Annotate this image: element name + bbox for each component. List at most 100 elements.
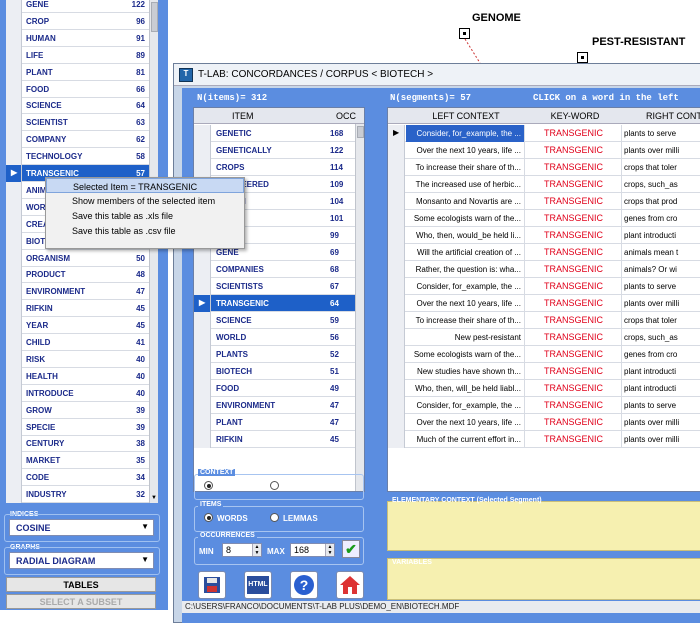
table-row[interactable]: CROPS 114 (194, 159, 357, 176)
menu-item-show-members[interactable]: Show members of the selected item (46, 193, 244, 208)
table-row[interactable]: WORLD 56 (194, 329, 357, 346)
table-row[interactable]: To increase their share of th... TRANSGEN… (388, 312, 700, 329)
column-header-key-word[interactable]: KEY-WORD (526, 108, 624, 124)
item-occ: 99 (330, 231, 339, 240)
graph-node[interactable] (577, 52, 588, 63)
table-row[interactable]: PLANT 81 (6, 63, 149, 81)
table-row[interactable]: BIOTECH 51 (194, 363, 357, 380)
table-row[interactable]: Over the next 10 years, life ... TRANSGEN… (388, 142, 700, 159)
table-row[interactable]: COMPANIES 68 (194, 261, 357, 278)
table-row[interactable]: Who, then, will_be held liabl... TRANSGEN… (388, 380, 700, 397)
table-row[interactable]: To increase their share of th... TRANSGEN… (388, 159, 700, 176)
column-header-right-context[interactable]: RIGHT CONTEXT (624, 108, 700, 124)
scrollbar[interactable]: ▼ (149, 0, 158, 503)
left-panel: GENE 122 CROP 96 HUMAN 91 LIFE 89 PLANT 81 FOOD 66 S… (0, 0, 168, 610)
column-header-left-context[interactable]: LEFT CONTEXT (406, 108, 526, 124)
table-row[interactable]: ENVIRONMENT 47 (6, 283, 149, 301)
row-occ: 45 (136, 321, 145, 331)
column-header-item[interactable]: ITEM (214, 108, 332, 124)
table-row[interactable]: Some ecologists warn of the... TRANSGENIC… (388, 346, 700, 363)
table-row[interactable]: YEAR 45 (6, 317, 149, 335)
table-row[interactable]: HUMAN 91 (6, 29, 149, 47)
radio-corpus[interactable]: CORPUS (204, 481, 251, 491)
table-row[interactable]: RIFKIN 45 (194, 431, 357, 448)
table-row[interactable]: ORGANISM 50 (6, 249, 149, 267)
row-name: TECHNOLOGY (26, 152, 83, 162)
apply-check-icon[interactable]: ✔ (342, 540, 360, 558)
table-row[interactable]: SCIENCE 59 (194, 312, 357, 329)
table-row[interactable]: PRODUCT 48 (6, 266, 149, 284)
table-row[interactable]: HEALTH 40 (6, 367, 149, 385)
table-row[interactable]: New studies have shown th... TRANSGENIC pl… (388, 363, 700, 380)
table-row[interactable]: FOOD 49 (194, 380, 357, 397)
table-row[interactable]: The increased use of herbic... TRANSGENIC… (388, 176, 700, 193)
status-path: C:\USERS\FRANCO\DOCUMENTS\T-LAB PLUS\DEM… (182, 601, 700, 613)
table-row[interactable]: Consider, for_example, the ... TRANSGENIC… (388, 278, 700, 295)
radio-words[interactable]: WORDS (204, 513, 248, 523)
menu-item-selected[interactable]: Selected Item = TRANSGENIC (46, 178, 244, 193)
select-subset-button[interactable]: SELECT A SUBSET (6, 594, 156, 609)
scrollbar[interactable] (355, 124, 364, 491)
table-row[interactable]: SCIENCE 64 (6, 97, 149, 115)
table-row[interactable]: CODE 34 (6, 469, 149, 487)
min-stepper[interactable]: 8 ▲ ▼ (222, 543, 262, 557)
graphs-select[interactable]: RADIAL DIAGRAM ▼ (9, 552, 154, 569)
max-stepper[interactable]: 168 ▲ ▼ (290, 543, 335, 557)
radio-subset[interactable]: SUBSET (270, 481, 315, 491)
menu-item-save-csv[interactable]: Save this table as .csv file (46, 223, 244, 238)
table-row[interactable]: CENTURY 38 (6, 435, 149, 453)
table-row[interactable]: ENVIRONMENT 47 (194, 397, 357, 414)
table-row[interactable]: Consider, for_example, the ... TRANSGENIC… (388, 397, 700, 414)
item-occ: 114 (330, 163, 343, 172)
table-row[interactable]: SPECIE 39 (6, 418, 149, 436)
table-row[interactable]: GENETICALLY 122 (194, 142, 357, 159)
table-row[interactable]: SCIENTIST 63 (6, 114, 149, 132)
table-row[interactable]: New pest-resistant TRANSGENIC crops, such_… (388, 329, 700, 346)
table-row[interactable]: PLANT 47 (194, 414, 357, 431)
menu-item-save-xls[interactable]: Save this table as .xls file (46, 208, 244, 223)
table-row[interactable]: Over the next 10 years, life ... TRANSGEN… (388, 414, 700, 431)
table-row[interactable]: INTRODUCE 40 (6, 384, 149, 402)
table-row[interactable]: Who, then, would_be held li... TRANSGENIC… (388, 227, 700, 244)
table-row[interactable]: Rather, the question is: wha... TRANSGENI… (388, 261, 700, 278)
table-row[interactable]: Will the artificial creation of ... TRANS… (388, 244, 700, 261)
table-row[interactable]: MARKET 35 (6, 452, 149, 470)
table-row[interactable]: Monsanto and Novartis are ... TRANSGENIC c… (388, 193, 700, 210)
table-row[interactable]: CROP 96 (6, 12, 149, 30)
table-row[interactable]: Much of the current effort in... TRANSGEN… (388, 431, 700, 448)
radio-lemmas[interactable]: LEMMAS (270, 513, 318, 523)
table-row[interactable]: ▶ Consider, for_example, the ... TRANSGENI… (388, 125, 700, 142)
item-occ: 59 (330, 316, 339, 325)
table-row[interactable]: Over the next 10 years, life ... TRANSGEN… (388, 295, 700, 312)
row-name: RISK (26, 354, 46, 364)
column-header-occ[interactable]: OCC (332, 108, 364, 124)
table-row[interactable]: TECHNOLOGY 58 (6, 148, 149, 166)
save-icon[interactable] (198, 571, 226, 599)
app-icon: T (179, 68, 193, 82)
table-row[interactable]: FOOD 66 (6, 80, 149, 98)
table-row[interactable]: LIFE 89 (6, 46, 149, 64)
key-word-cell: TRANSGENIC (526, 312, 622, 329)
tables-button[interactable]: TABLES (6, 577, 156, 592)
table-row[interactable]: GROW 39 (6, 401, 149, 419)
row-name: SCIENCE (26, 101, 62, 111)
table-row[interactable]: PLANTS 52 (194, 346, 357, 363)
table-row[interactable]: GENETIC 168 (194, 125, 357, 142)
help-icon[interactable]: ? (290, 571, 318, 599)
table-row[interactable]: SCIENTISTS 67 (194, 278, 357, 295)
scroll-down-icon[interactable]: ▼ (151, 495, 157, 501)
table-row[interactable]: COMPANY 62 (6, 131, 149, 149)
table-row[interactable]: GENE 122 (6, 0, 149, 13)
html-export-icon[interactable]: HTML (244, 571, 272, 599)
table-row[interactable]: CHILD 41 (6, 334, 149, 351)
table-row[interactable]: Some ecologists warn of the... TRANSGENIC… (388, 210, 700, 227)
table-row[interactable]: RIFKIN 45 (6, 300, 149, 318)
item-name: WORLD (216, 333, 247, 342)
table-row[interactable]: RISK 40 (6, 350, 149, 368)
row-name: SPECIE (26, 422, 56, 432)
home-icon[interactable] (336, 571, 364, 599)
table-row[interactable]: INDUSTRY 32 (6, 486, 149, 503)
indices-select[interactable]: COSINE ▼ (9, 519, 154, 536)
table-row[interactable]: ▶ TRANSGENIC 64 (194, 295, 357, 312)
right-context-cell: plants to serve (624, 129, 677, 138)
